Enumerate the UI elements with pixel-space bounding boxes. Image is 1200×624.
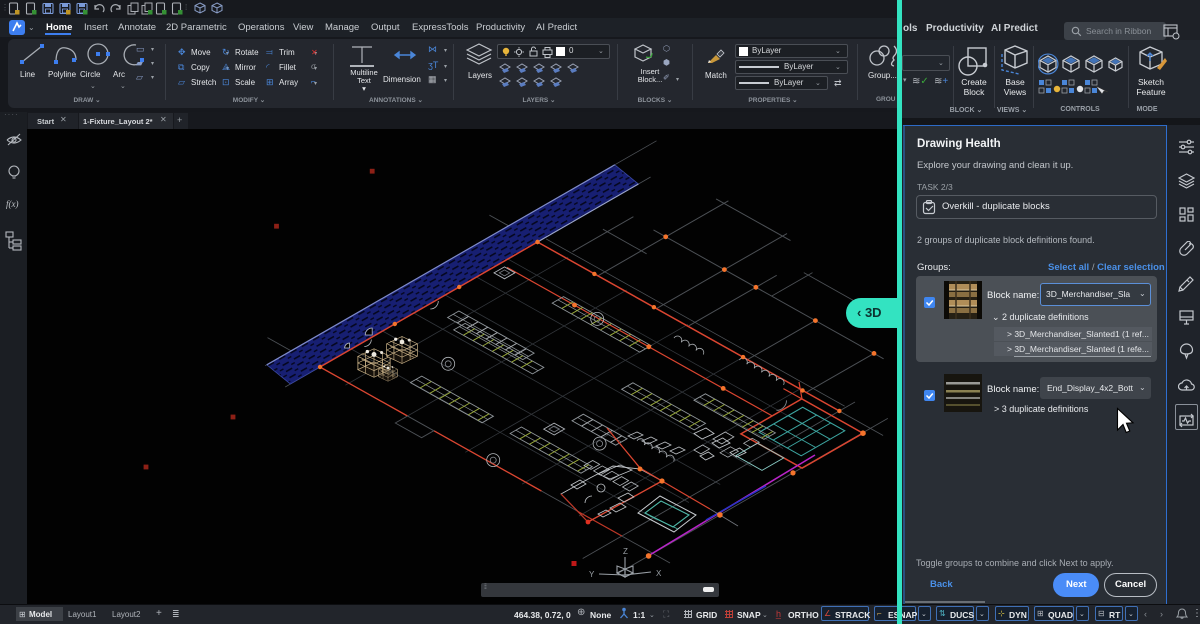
svg-text:Z: Z <box>623 547 628 556</box>
svg-text:Y: Y <box>589 570 595 579</box>
svg-text:X: X <box>656 569 662 578</box>
svg-text:f(x): f(x) <box>6 199 19 209</box>
